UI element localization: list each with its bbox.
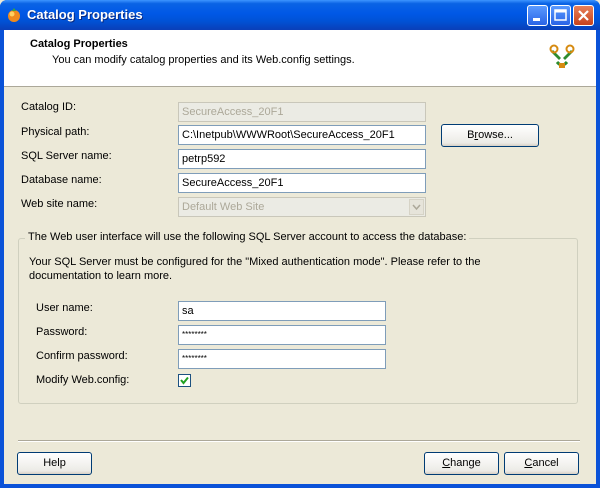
physical-path-label: Physical path: <box>21 126 90 138</box>
password-field[interactable]: ******** <box>178 325 386 345</box>
title-bar[interactable]: Catalog Properties <box>0 0 600 30</box>
web-site-select: Default Web Site <box>178 197 426 217</box>
header-panel: Catalog Properties You can modify catalo… <box>4 30 596 87</box>
close-icon <box>578 10 589 21</box>
app-icon <box>8 8 20 22</box>
window-border-bottom <box>0 484 600 488</box>
dropdown-arrow <box>409 199 424 215</box>
password-label: Password: <box>36 326 88 338</box>
window-border-right <box>596 30 600 488</box>
web-site-label: Web site name: <box>21 198 98 210</box>
database-name-label: Database name: <box>21 174 102 186</box>
confirm-password-field[interactable]: ******** <box>178 349 386 369</box>
browse-button[interactable]: Browse... <box>441 124 539 147</box>
physical-path-field[interactable]: C:\Inetpub\WWWRoot\SecureAccess_20F1 <box>178 125 426 145</box>
close-button[interactable] <box>573 5 594 26</box>
dialog-window: Catalog Properties Catalog Properties Yo… <box>0 0 600 488</box>
header-title: Catalog Properties <box>30 38 128 50</box>
mixed-mode-note: Your SQL Server must be configured for t… <box>29 256 481 282</box>
catalog-id-field: SecureAccess_20F1 <box>178 102 426 122</box>
checkmark-icon <box>180 376 189 385</box>
change-button[interactable]: Change <box>424 452 499 475</box>
modify-web-config-checkbox[interactable] <box>178 374 191 387</box>
sql-server-label: SQL Server name: <box>21 150 112 162</box>
minimize-icon <box>533 18 540 21</box>
cancel-button[interactable]: Cancel <box>504 452 579 475</box>
dialog-client: Catalog Properties You can modify catalo… <box>4 30 596 484</box>
minimize-button[interactable] <box>527 5 548 26</box>
sql-server-field[interactable]: petrp592 <box>178 149 426 169</box>
footer-separator <box>18 440 580 442</box>
modify-web-config-label: Modify Web.config: <box>36 374 130 386</box>
chevron-down-icon <box>412 204 421 211</box>
confirm-password-label: Confirm password: <box>36 350 128 362</box>
window-title: Catalog Properties <box>27 7 143 22</box>
help-button[interactable]: Help <box>17 452 92 475</box>
tools-icon <box>549 44 575 68</box>
sql-account-caption: The Web user interface will use the foll… <box>25 231 470 243</box>
database-name-field[interactable]: SecureAccess_20F1 <box>178 173 426 193</box>
web-site-value: Default Web Site <box>182 201 265 213</box>
user-name-field[interactable]: sa <box>178 301 386 321</box>
header-subtitle: You can modify catalog properties and it… <box>52 54 355 66</box>
maximize-button[interactable] <box>550 5 571 26</box>
maximize-icon <box>554 9 567 21</box>
user-name-label: User name: <box>36 302 93 314</box>
catalog-id-label: Catalog ID: <box>21 101 77 113</box>
